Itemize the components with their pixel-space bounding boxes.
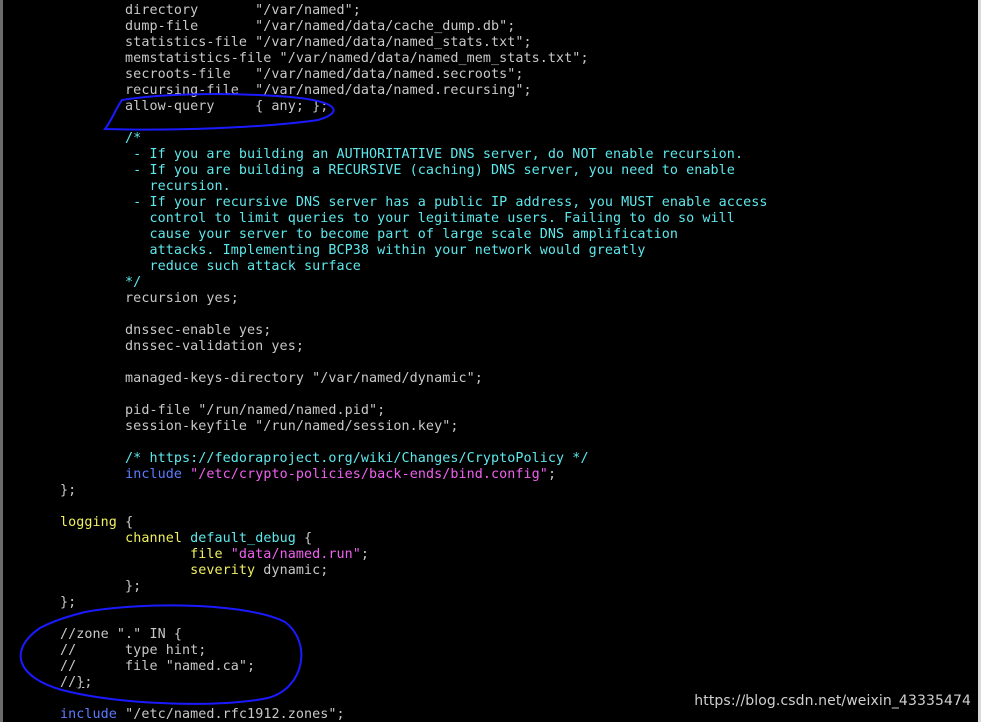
- code-token: dnssec-enable yes;: [60, 323, 272, 338]
- code-token: - If you are building an AUTHORITATIVE D…: [60, 147, 744, 162]
- code-line: dnssec-validation yes;: [60, 339, 304, 355]
- code-token: channel: [125, 531, 182, 546]
- code-token: dynamic;: [255, 563, 329, 578]
- code-token: - If you are building a RECURSIVE (cachi…: [60, 163, 735, 178]
- terminal-screenshot: directory "/var/named"; dump-file "/var/…: [0, 0, 981, 722]
- code-token: */: [60, 275, 142, 290]
- code-line: cause your server to become part of larg…: [60, 227, 678, 243]
- code-token: {: [116, 515, 134, 530]
- code-token: secroots-file "/var/named/data/named.sec…: [60, 67, 524, 82]
- code-line: };: [60, 595, 76, 611]
- code-line: directory "/var/named";: [60, 3, 361, 19]
- code-line: dump-file "/var/named/data/cache_dump.db…: [60, 19, 515, 35]
- code-token: // file "named.ca";: [60, 659, 256, 674]
- code-token: include: [125, 467, 182, 482]
- code-token: /* https://fedoraproject.org/wiki/Change…: [60, 451, 589, 466]
- code-token: //: [60, 675, 77, 690]
- code-line: // file "named.ca";: [60, 659, 255, 675]
- code-token: };: [60, 579, 142, 594]
- code-line: // type hint;: [60, 643, 206, 659]
- code-token: recursion.: [60, 179, 231, 194]
- code-line: allow-query { any; };: [60, 99, 328, 115]
- code-token: statistics-file "/var/named/data/named_s…: [60, 35, 532, 50]
- code-line: control to limit queries to your legitim…: [60, 211, 735, 227]
- code-line: - If you are building a RECURSIVE (cachi…: [60, 163, 735, 179]
- code-token: recursing-file "/var/named/data/named.re…: [60, 83, 532, 98]
- code-token: managed-keys-directory "/var/named/dynam…: [60, 371, 483, 386]
- code-line: managed-keys-directory "/var/named/dynam…: [60, 371, 483, 387]
- code-line: };: [60, 483, 76, 499]
- code-token: attacks. Implementing BCP38 within your …: [60, 243, 646, 258]
- code-line: /* https://fedoraproject.org/wiki/Change…: [60, 451, 589, 467]
- code-token: cause your server to become part of larg…: [60, 227, 679, 242]
- code-token: pid-file "/run/named/named.pid";: [60, 403, 386, 418]
- code-token: - If your recursive DNS server has a pub…: [60, 195, 768, 210]
- code-token: ;: [336, 707, 345, 722]
- code-line: pid-file "/run/named/named.pid";: [60, 403, 385, 419]
- code-token: dnssec-validation yes;: [60, 339, 304, 354]
- code-token: {: [295, 531, 313, 546]
- code-line: recursion.: [60, 179, 231, 195]
- code-line: };: [60, 579, 141, 595]
- code-line: severity dynamic;: [60, 563, 328, 579]
- code-line: logging {: [60, 515, 133, 531]
- code-token: reduce such attack surface: [60, 259, 361, 274]
- code-token: directory "/var/named";: [60, 3, 361, 18]
- code-line: dnssec-enable yes;: [60, 323, 271, 339]
- code-token: };: [60, 595, 77, 610]
- code-token: // type hint;: [60, 643, 207, 658]
- code-token: logging: [60, 515, 117, 530]
- code-line: attacks. Implementing BCP38 within your …: [60, 243, 646, 259]
- code-token: "data/named.run": [230, 547, 361, 562]
- code-line: - If you are building an AUTHORITATIVE D…: [60, 147, 743, 163]
- code-line: //};: [60, 675, 93, 691]
- code-token: file: [190, 547, 223, 562]
- code-token: session-keyfile "/run/named/session.key"…: [60, 419, 459, 434]
- code-line: include "/etc/crypto-policies/back-ends/…: [60, 467, 556, 483]
- code-token: ;: [84, 675, 93, 690]
- code-token: include: [60, 707, 117, 722]
- code-line: recursing-file "/var/named/data/named.re…: [60, 83, 532, 99]
- csdn-watermark: https://blog.csdn.net/weixin_43335474: [694, 693, 971, 709]
- code-token: ;: [360, 547, 370, 562]
- code-line: include "/etc/named.rfc1912.zones";: [60, 707, 345, 722]
- code-line: //zone "." IN {: [60, 627, 182, 643]
- code-line: file "data/named.run";: [60, 547, 369, 563]
- code-line: reduce such attack surface: [60, 259, 361, 275]
- vim-editor-buffer[interactable]: directory "/var/named"; dump-file "/var/…: [0, 0, 981, 722]
- code-token: allow-query { any; };: [60, 99, 329, 114]
- code-line: channel default_debug {: [60, 531, 312, 547]
- code-line: session-keyfile "/run/named/session.key"…: [60, 419, 458, 435]
- code-line: memstatistics-file "/var/named/data/name…: [60, 51, 589, 67]
- code-token: "/etc/named.rfc1912.zones": [125, 707, 337, 722]
- code-token: "/etc/crypto-policies/back-ends/bind.con…: [190, 467, 548, 482]
- code-token: memstatistics-file "/var/named/data/name…: [60, 51, 589, 66]
- code-token: ;: [547, 467, 557, 482]
- code-line: */: [60, 275, 141, 291]
- code-line: recursion yes;: [60, 291, 239, 307]
- code-token: control to limit queries to your legitim…: [60, 211, 735, 226]
- code-line: statistics-file "/var/named/data/named_s…: [60, 35, 532, 51]
- code-token: recursion yes;: [60, 291, 239, 306]
- code-token: };: [60, 483, 77, 498]
- code-line: /*: [60, 131, 141, 147]
- code-line: - If your recursive DNS server has a pub…: [60, 195, 767, 211]
- code-token: dump-file "/var/named/data/cache_dump.db…: [60, 19, 516, 34]
- code-token: /*: [60, 131, 142, 146]
- code-token: severity: [190, 563, 256, 578]
- code-token: default_debug: [190, 531, 296, 546]
- code-token: //zone "." IN {: [60, 627, 182, 642]
- code-line: secroots-file "/var/named/data/named.sec…: [60, 67, 524, 83]
